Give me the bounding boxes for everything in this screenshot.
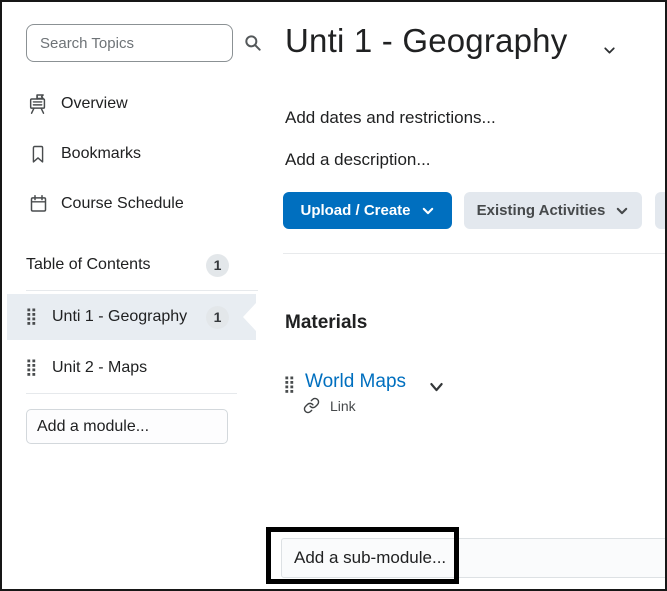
- search-icon[interactable]: [243, 33, 263, 53]
- drag-handle-icon[interactable]: [27, 308, 36, 326]
- bookmark-icon: [26, 143, 50, 165]
- sidebar-item-course-schedule[interactable]: Course Schedule: [26, 188, 246, 220]
- sidebar-item-table-of-contents[interactable]: Table of Contents 1: [26, 252, 229, 278]
- topic-link-world-maps[interactable]: World Maps: [305, 371, 406, 393]
- course-content-page: Overview Bookmarks Course Schedule Table…: [0, 0, 667, 591]
- drag-handle-icon[interactable]: [285, 376, 294, 394]
- sidebar-module-unit2[interactable]: Unit 2 - Maps: [7, 345, 256, 391]
- add-dates-restrictions-link[interactable]: Add dates and restrictions...: [285, 108, 496, 128]
- sidebar-item-bookmarks[interactable]: Bookmarks: [26, 138, 246, 170]
- drag-handle-icon[interactable]: [27, 359, 36, 377]
- module-label: Unit 2 - Maps: [52, 359, 148, 376]
- sidebar-item-label: Overview: [61, 95, 128, 112]
- search-input[interactable]: [27, 34, 243, 52]
- module-label: Unti 1 - Geography: [52, 308, 188, 325]
- module-count-badge: 1: [206, 305, 229, 329]
- more-actions-button-partial[interactable]: [655, 192, 665, 229]
- add-module-input[interactable]: [26, 409, 228, 444]
- sidebar-item-label: Course Schedule: [61, 195, 184, 212]
- chevron-down-icon: [615, 204, 629, 218]
- link-icon: [303, 397, 320, 414]
- sidebar-module-unit1[interactable]: Unti 1 - Geography 1: [7, 294, 256, 340]
- upload-create-button[interactable]: Upload / Create: [283, 192, 452, 229]
- chevron-down-icon: [421, 204, 435, 218]
- sidebar-item-label: Bookmarks: [61, 145, 142, 162]
- sidebar-item-overview[interactable]: Overview: [26, 88, 246, 120]
- existing-activities-label: Existing Activities: [476, 202, 606, 219]
- easel-icon: [26, 93, 50, 116]
- toc-label: Table of Contents: [26, 256, 151, 273]
- add-submodule-input[interactable]: [281, 538, 665, 578]
- sidebar-divider: [26, 393, 237, 394]
- topic-type-label: Link: [330, 397, 356, 414]
- add-description-link[interactable]: Add a description...: [285, 150, 431, 170]
- topic-row: World Maps: [285, 368, 445, 395]
- materials-heading: Materials: [285, 312, 368, 333]
- toc-count-badge: 1: [206, 253, 229, 277]
- existing-activities-button[interactable]: Existing Activities: [464, 192, 642, 229]
- page-title: Unti 1 - Geography: [285, 22, 568, 59]
- content-divider: [283, 253, 665, 254]
- title-menu-chevron-icon[interactable]: [601, 42, 618, 59]
- sidebar-divider: [26, 290, 258, 291]
- upload-create-label: Upload / Create: [300, 202, 411, 219]
- selected-module-notch: [243, 303, 256, 331]
- topic-menu-chevron-icon[interactable]: [428, 380, 445, 395]
- topic-type-row: Link: [303, 397, 356, 414]
- calendar-icon: [26, 193, 50, 215]
- search-topics-box[interactable]: [26, 24, 261, 62]
